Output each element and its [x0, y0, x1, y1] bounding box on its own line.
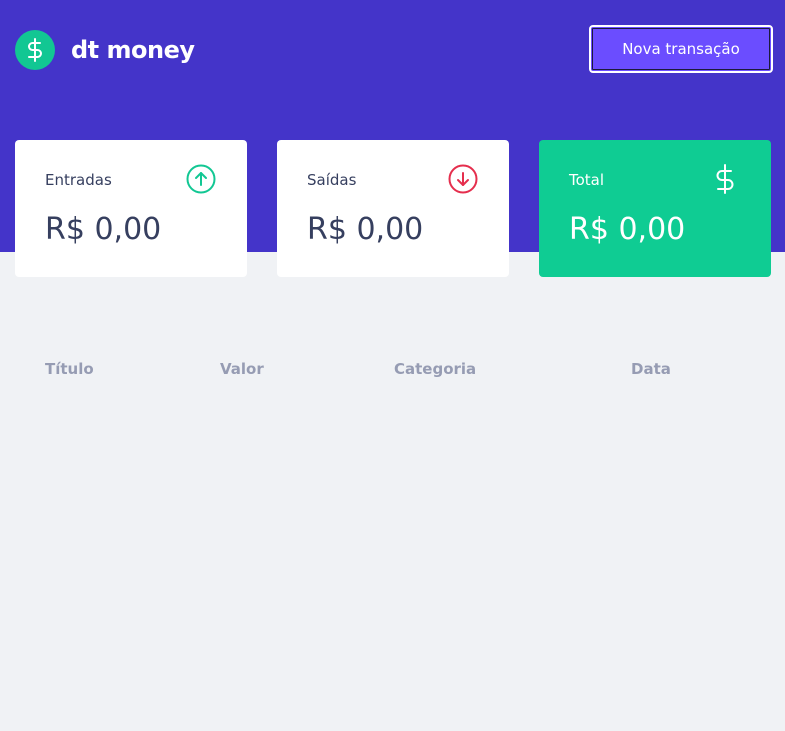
new-transaction-button[interactable]: Nova transação — [589, 25, 773, 73]
arrow-down-circle-icon — [448, 164, 478, 194]
outcome-card: Saídas R$ 0,00 — [277, 140, 509, 277]
outcome-label: Saídas — [307, 171, 357, 189]
arrow-up-circle-icon — [186, 164, 216, 194]
dollar-icon — [15, 30, 55, 70]
app-logo: dt money — [15, 30, 195, 70]
total-label: Total — [569, 171, 605, 189]
dollar-sign-icon — [716, 164, 734, 194]
app-name: dt money — [71, 36, 195, 64]
total-value: R$ 0,00 — [569, 212, 686, 247]
outcome-value: R$ 0,00 — [307, 212, 424, 247]
income-label: Entradas — [45, 171, 112, 189]
income-card: Entradas R$ 0,00 — [15, 140, 247, 277]
column-category: Categoria — [394, 360, 477, 378]
income-value: R$ 0,00 — [45, 212, 162, 247]
column-date: Data — [631, 360, 671, 378]
column-title: Título — [45, 360, 94, 378]
transactions-table-header: Título Valor Categoria Data — [0, 360, 785, 380]
column-value: Valor — [220, 360, 264, 378]
total-card: Total R$ 0,00 — [539, 140, 771, 277]
